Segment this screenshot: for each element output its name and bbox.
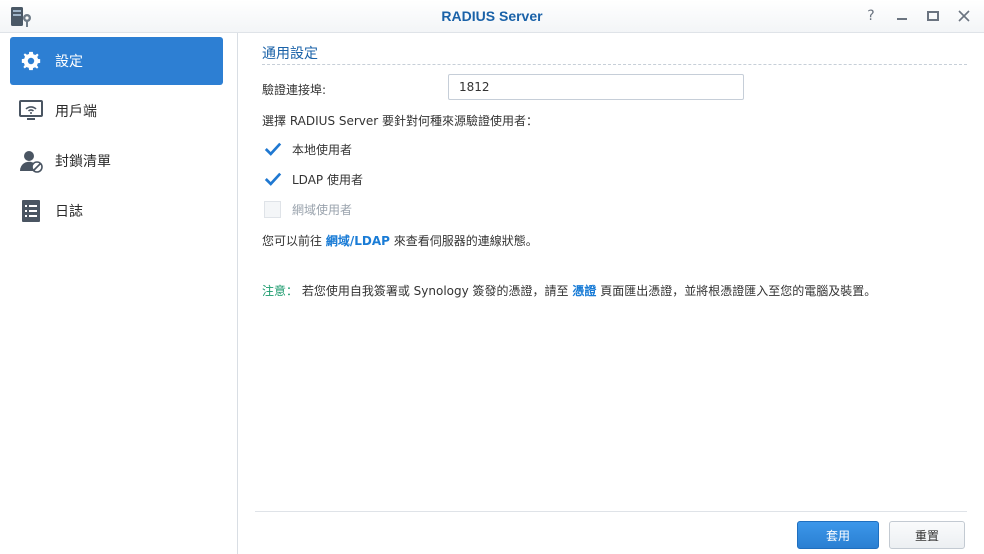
sidebar-item-label: 封鎖清單 <box>55 154 111 170</box>
sidebar-item-label: 用戶端 <box>55 104 97 120</box>
certificate-note: 注意： 若您使用自我簽署或 Synology 簽發的憑證，請至 憑證 頁面匯出憑… <box>262 282 876 299</box>
domain-users-checkbox <box>264 200 281 218</box>
note-text-before: 若您使用自我簽署或 Synology 簽發的憑證，請至 <box>301 284 569 298</box>
ldap-users-checkbox[interactable] <box>264 170 282 188</box>
sidebar-item-clients[interactable]: 用戶端 <box>10 87 223 135</box>
domain-users-option: 網域使用者 <box>264 199 352 219</box>
window-title: RADIUS Server <box>441 8 543 24</box>
title-bar: RADIUS Server ? <box>0 0 984 33</box>
ldap-users-label: LDAP 使用者 <box>292 172 363 187</box>
status-text-after: 來查看伺服器的連線狀態。 <box>393 234 538 248</box>
sidebar: 設定 用戶端 封鎖清單 日誌 <box>0 33 238 554</box>
port-label: 驗證連接埠: <box>262 83 327 97</box>
gear-icon <box>19 49 43 73</box>
status-text-before: 您可以前往 <box>262 234 323 248</box>
port-input[interactable] <box>448 74 744 100</box>
sidebar-item-label: 設定 <box>55 54 83 70</box>
local-users-checkbox[interactable] <box>264 140 282 158</box>
section-title: 通用設定 <box>262 46 318 62</box>
close-icon[interactable] <box>956 8 972 24</box>
minimize-icon[interactable] <box>894 8 910 24</box>
note-label: 注意： <box>262 284 299 298</box>
note-text-after: 頁面匯出憑證，並將根憑證匯入至您的電腦及裝置。 <box>600 284 877 298</box>
reset-button[interactable]: 重置 <box>889 521 965 549</box>
log-list-icon <box>19 199 43 223</box>
certificate-link[interactable]: 憑證 <box>572 284 596 298</box>
domain-users-label: 網域使用者 <box>292 202 353 217</box>
sidebar-item-label: 日誌 <box>55 204 83 220</box>
domain-ldap-link[interactable]: 網域/LDAP <box>326 234 390 248</box>
source-prompt: 選擇 RADIUS Server 要針對何種來源驗證使用者： <box>262 114 539 128</box>
status-text: 您可以前往 網域/LDAP 來查看伺服器的連線狀態。 <box>262 232 538 249</box>
footer-divider <box>255 511 967 512</box>
maximize-icon[interactable] <box>925 8 941 24</box>
monitor-wifi-icon <box>19 99 43 123</box>
apply-button[interactable]: 套用 <box>797 521 879 549</box>
local-users-label: 本地使用者 <box>292 142 353 157</box>
sidebar-item-logs[interactable]: 日誌 <box>10 187 223 235</box>
sidebar-item-settings[interactable]: 設定 <box>10 37 223 85</box>
user-blocked-icon <box>19 149 43 173</box>
sidebar-item-blocklist[interactable]: 封鎖清單 <box>10 137 223 185</box>
help-icon[interactable]: ? <box>863 8 879 24</box>
section-divider <box>262 64 967 65</box>
ldap-users-option[interactable]: LDAP 使用者 <box>264 169 363 189</box>
main-panel: 通用設定 驗證連接埠: 選擇 RADIUS Server 要針對何種來源驗證使用… <box>238 33 984 554</box>
local-users-option[interactable]: 本地使用者 <box>264 139 352 159</box>
